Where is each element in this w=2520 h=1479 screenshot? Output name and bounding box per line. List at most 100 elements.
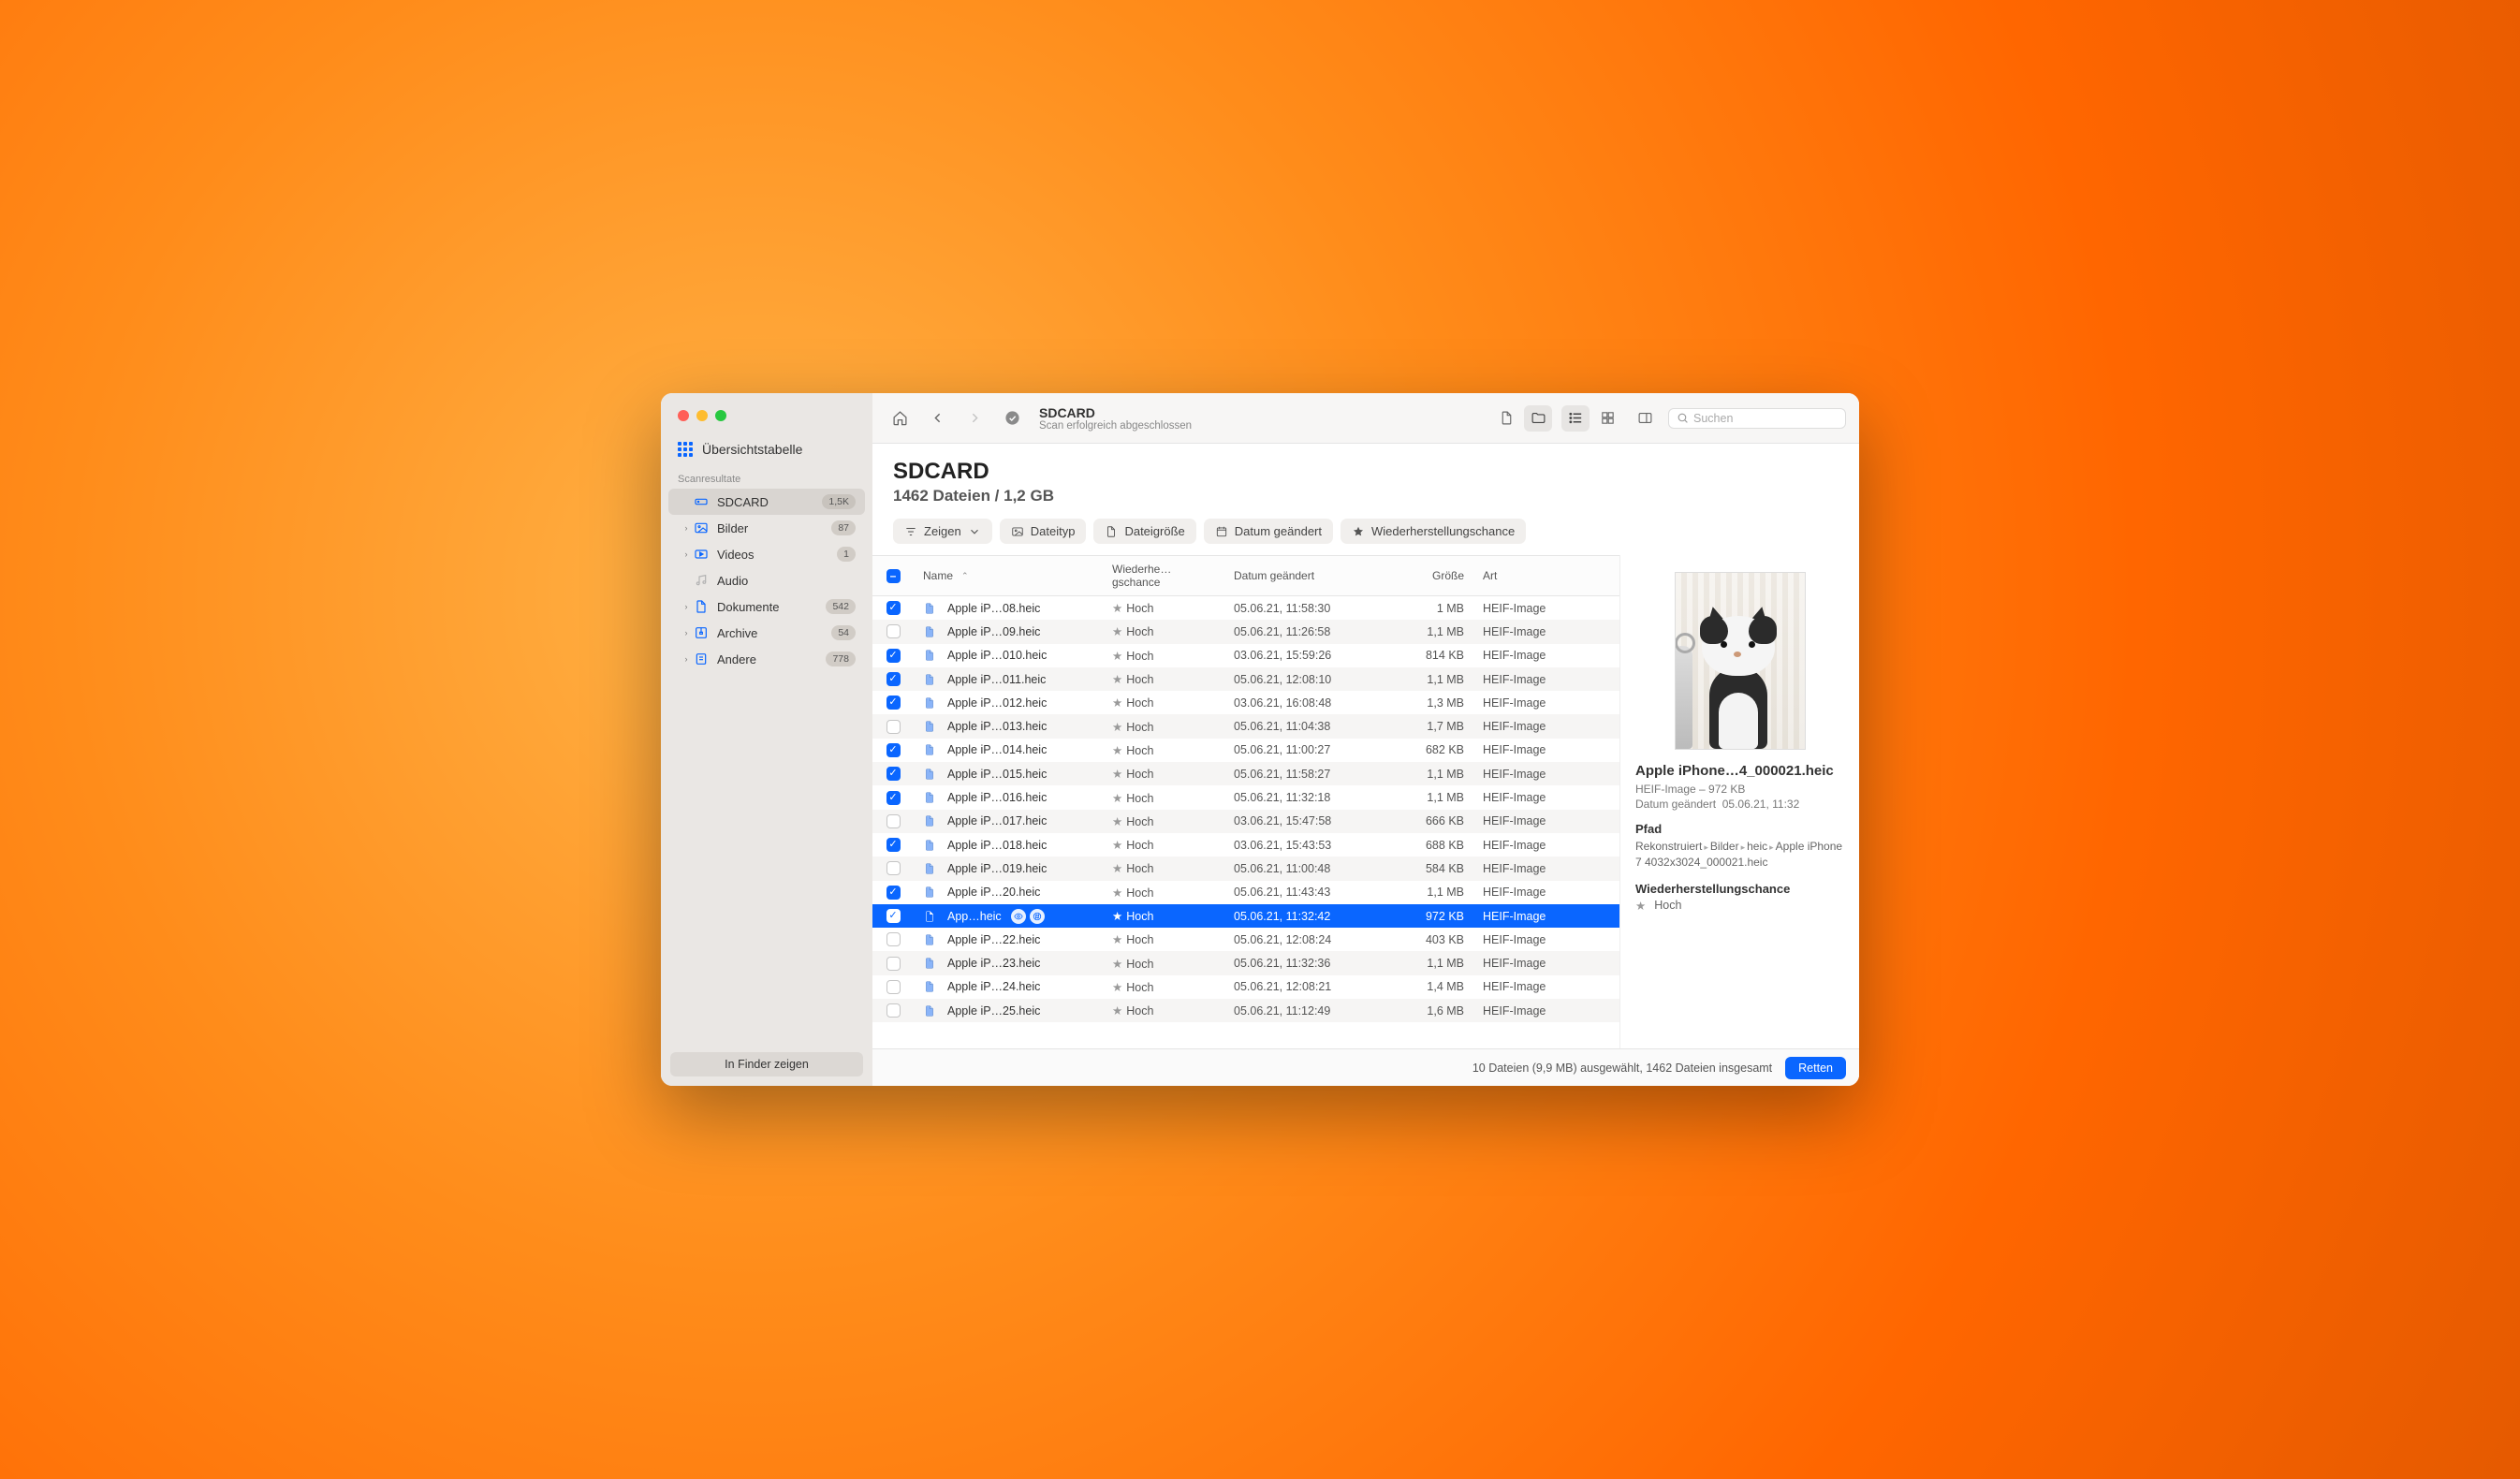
header-checkbox[interactable] (886, 569, 901, 583)
details-filename: Apple iPhone…4_000021.heic (1635, 763, 1844, 779)
table-row[interactable]: Apple iP…019.heic ★Hoch 05.06.21, 11:00:… (872, 857, 1619, 880)
sidebar-item-archive[interactable]: ›Archive54 (668, 620, 865, 646)
close-button[interactable] (678, 410, 689, 421)
sidebar-item-andere[interactable]: ›Andere778 (668, 646, 865, 672)
sidebar-badge: 542 (826, 599, 856, 614)
table-row[interactable]: Apple iP…08.heic ★Hoch 05.06.21, 11:58:3… (872, 596, 1619, 620)
row-checkbox[interactable] (886, 720, 901, 734)
sidebar-item-videos[interactable]: ›Videos1 (668, 541, 865, 567)
file-name: Apple iP…012.heic (947, 696, 1047, 710)
filter-show[interactable]: Zeigen (893, 519, 992, 544)
table-row[interactable]: Apple iP…016.heic ★Hoch 05.06.21, 11:32:… (872, 785, 1619, 809)
table-row[interactable]: Apple iP…010.heic ★Hoch 03.06.21, 15:59:… (872, 644, 1619, 667)
filter-recovery[interactable]: Wiederherstellungschance (1341, 519, 1526, 544)
table-row[interactable]: Apple iP…09.heic ★Hoch 05.06.21, 11:26:5… (872, 620, 1619, 643)
kind-value: HEIF-Image (1473, 886, 1619, 899)
star-icon (1352, 525, 1365, 538)
row-checkbox[interactable] (886, 696, 901, 710)
home-button[interactable] (886, 405, 914, 432)
preview-icon[interactable] (1011, 909, 1026, 924)
toolbar: SDCARD Scan erfolgreich abgeschlossen (872, 393, 1859, 444)
filter-filetype[interactable]: Dateityp (1000, 519, 1087, 544)
sidebar-item-bilder[interactable]: ›Bilder87 (668, 515, 865, 541)
filter-filesize[interactable]: Dateigröße (1093, 519, 1195, 544)
row-checkbox[interactable] (886, 649, 901, 663)
kind-value: HEIF-Image (1473, 814, 1619, 827)
toolbar-title: SDCARD (1039, 405, 1192, 420)
header-date[interactable]: Datum geändert (1224, 563, 1393, 589)
row-checkbox[interactable] (886, 791, 901, 805)
table-row[interactable]: Apple iP…23.heic ★Hoch 05.06.21, 11:32:3… (872, 951, 1619, 974)
row-checkbox[interactable] (886, 672, 901, 686)
sidebar-item-dokumente[interactable]: ›Dokumente542 (668, 593, 865, 620)
back-button[interactable] (923, 405, 951, 432)
recover-button[interactable]: Retten (1785, 1057, 1846, 1079)
view-file-button[interactable] (1492, 405, 1520, 432)
table-row[interactable]: App…heic ★Hoch 05.06.21, 11:32:42 972 KB… (872, 904, 1619, 928)
search-field[interactable] (1668, 408, 1846, 429)
hex-icon[interactable] (1030, 909, 1045, 924)
kind-value: HEIF-Image (1473, 673, 1619, 686)
size-value: 814 KB (1393, 649, 1473, 662)
search-input[interactable] (1693, 412, 1844, 425)
file-icon (923, 602, 936, 615)
row-checkbox[interactable] (886, 624, 901, 638)
table-row[interactable]: Apple iP…20.heic ★Hoch 05.06.21, 11:43:4… (872, 881, 1619, 904)
table-row[interactable]: Apple iP…013.heic ★Hoch 05.06.21, 11:04:… (872, 714, 1619, 738)
file-icon (923, 933, 936, 946)
video-icon (693, 546, 710, 563)
grid-view-button[interactable] (1593, 405, 1621, 432)
page-subtitle: 1462 Dateien / 1,2 GB (893, 487, 1839, 505)
row-checkbox[interactable] (886, 743, 901, 757)
row-checkbox[interactable] (886, 957, 901, 971)
header-kind[interactable]: Art (1473, 563, 1619, 589)
table-row[interactable]: Apple iP…017.heic ★Hoch 03.06.21, 15:47:… (872, 810, 1619, 833)
view-folder-button[interactable] (1524, 405, 1552, 432)
table-body[interactable]: Apple iP…08.heic ★Hoch 05.06.21, 11:58:3… (872, 596, 1619, 1048)
sidebar-nav: SDCARD1,5K›Bilder87›Videos1Audio›Dokumen… (661, 489, 872, 672)
row-checkbox[interactable] (886, 861, 901, 875)
row-checkbox[interactable] (886, 838, 901, 852)
header-size[interactable]: Größe (1393, 563, 1473, 589)
forward-button[interactable] (960, 405, 989, 432)
header-recovery[interactable]: Wiederhe…gschance (1103, 556, 1224, 595)
row-checkbox[interactable] (886, 980, 901, 994)
sidebar-item-audio[interactable]: Audio (668, 567, 865, 593)
table-row[interactable]: Apple iP…22.heic ★Hoch 05.06.21, 12:08:2… (872, 928, 1619, 951)
row-actions (1011, 909, 1045, 924)
table-row[interactable]: Apple iP…014.heic ★Hoch 05.06.21, 11:00:… (872, 739, 1619, 762)
kind-value: HEIF-Image (1473, 791, 1619, 804)
table-row[interactable]: Apple iP…018.heic ★Hoch 03.06.21, 15:43:… (872, 833, 1619, 857)
header-name[interactable]: Name ⌃ (914, 563, 1103, 589)
archive-icon (693, 624, 710, 641)
table-row[interactable]: Apple iP…015.heic ★Hoch 05.06.21, 11:58:… (872, 762, 1619, 785)
toggle-inspector-button[interactable] (1631, 405, 1659, 432)
sidebar-item-sdcard[interactable]: SDCARD1,5K (668, 489, 865, 515)
row-checkbox[interactable] (886, 909, 901, 923)
file-table: Name ⌃ Wiederhe…gschance Datum geändert … (872, 555, 1620, 1048)
row-checkbox[interactable] (886, 1003, 901, 1018)
table-row[interactable]: Apple iP…24.heic ★Hoch 05.06.21, 12:08:2… (872, 975, 1619, 999)
file-icon (923, 839, 936, 852)
toolbar-subtitle: Scan erfolgreich abgeschlossen (1039, 420, 1192, 432)
preview-thumbnail[interactable] (1675, 572, 1806, 750)
table-row[interactable]: Apple iP…011.heic ★Hoch 05.06.21, 12:08:… (872, 667, 1619, 691)
filter-datemod[interactable]: Datum geändert (1204, 519, 1333, 544)
header-checkbox-cell[interactable] (872, 563, 914, 590)
list-view-button[interactable] (1561, 405, 1590, 432)
minimize-button[interactable] (696, 410, 708, 421)
overview-link[interactable]: Übersichtstabelle (661, 421, 872, 464)
row-checkbox[interactable] (886, 932, 901, 946)
row-checkbox[interactable] (886, 601, 901, 615)
maximize-button[interactable] (715, 410, 726, 421)
recovery-value: Hoch (1126, 721, 1153, 734)
row-checkbox[interactable] (886, 767, 901, 781)
show-in-finder-button[interactable]: In Finder zeigen (670, 1052, 863, 1076)
grid-icon (678, 442, 693, 457)
table-row[interactable]: Apple iP…25.heic ★Hoch 05.06.21, 11:12:4… (872, 999, 1619, 1022)
row-checkbox[interactable] (886, 886, 901, 900)
overview-label: Übersichtstabelle (702, 442, 802, 457)
scan-status-button[interactable] (998, 405, 1026, 432)
table-row[interactable]: Apple iP…012.heic ★Hoch 03.06.21, 16:08:… (872, 691, 1619, 714)
row-checkbox[interactable] (886, 814, 901, 828)
